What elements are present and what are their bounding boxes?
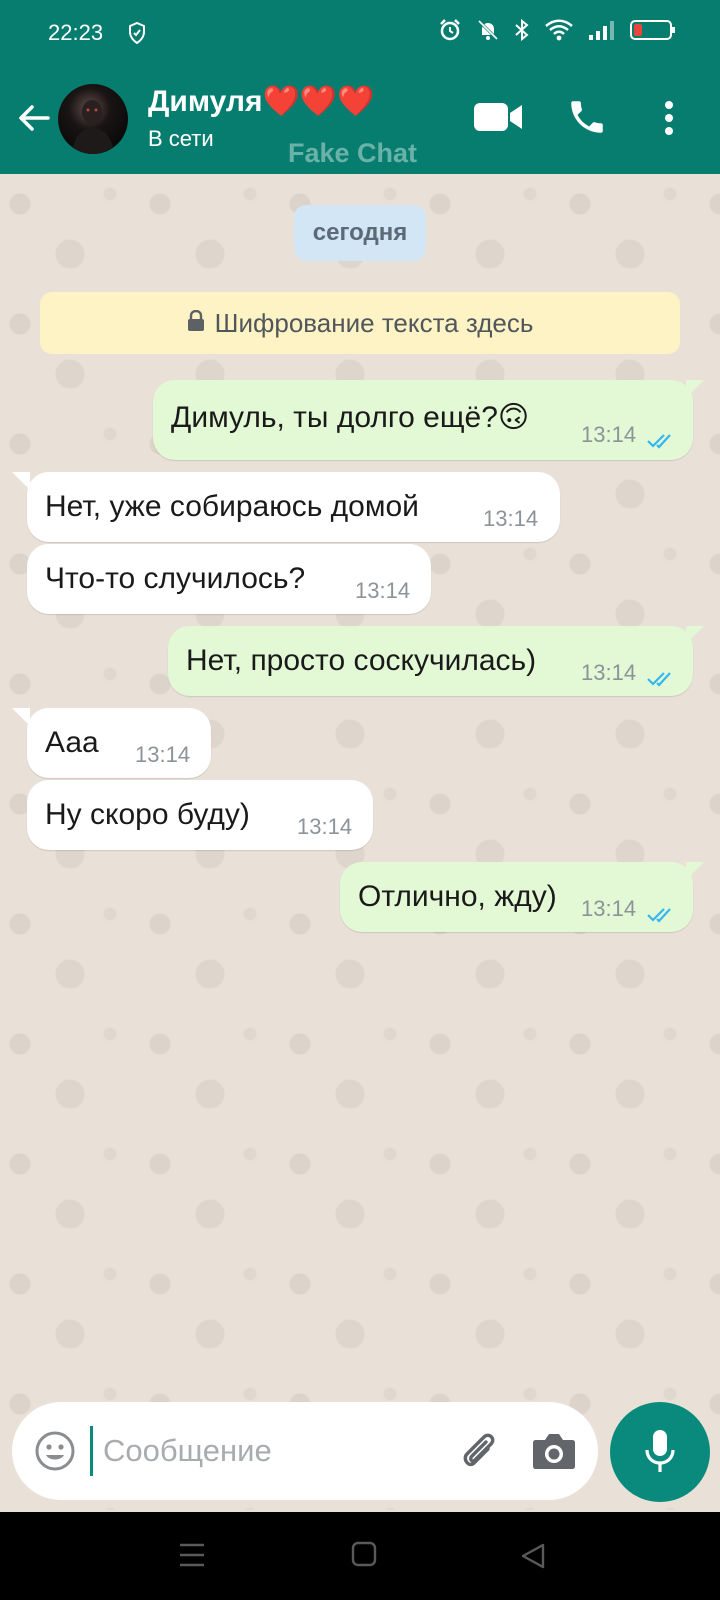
microphone-icon: [644, 1428, 676, 1479]
message-text: Что-то случилось?: [45, 562, 306, 595]
encryption-banner[interactable]: Шифрование текста здесь: [40, 292, 680, 354]
message-text: Нет, уже собираюсь домой: [45, 490, 419, 523]
signal-icon: [588, 19, 616, 46]
recent-apps-icon[interactable]: [178, 1542, 206, 1573]
bubble-tail: [686, 380, 704, 398]
message-bubble-outgoing[interactable]: Димуль, ты долго ещё?🙃 13:14: [153, 380, 693, 460]
message-bubble-outgoing[interactable]: Отлично, жду) 13:14: [340, 862, 693, 932]
message-composer: [12, 1402, 598, 1500]
encryption-notice: Шифрование текста здесь: [214, 307, 534, 338]
alarm-icon: [438, 18, 462, 47]
chat-header: Димуля❤️❤️❤️ В сети Fake Chat: [0, 66, 720, 174]
emoji-icon[interactable]: [34, 1430, 76, 1477]
home-icon[interactable]: [350, 1540, 378, 1573]
message-time: 13:14: [581, 660, 637, 685]
back-arrow-icon[interactable]: [14, 98, 54, 138]
message-time: 13:14: [135, 742, 191, 767]
camera-icon[interactable]: [532, 1432, 576, 1475]
wifi-icon: [544, 18, 574, 47]
voice-message-button[interactable]: [610, 1402, 710, 1502]
lock-icon: [187, 308, 205, 339]
read-receipt-icon: [647, 662, 677, 696]
message-text: Отлично, жду): [358, 880, 557, 913]
message-bubble-incoming[interactable]: Нет, уже собираюсь домой 13:14: [27, 472, 560, 542]
message-bubble-outgoing[interactable]: Нет, просто соскучилась) 13:14: [168, 626, 693, 696]
battery-icon: [630, 18, 676, 47]
bubble-tail: [12, 472, 30, 490]
read-receipt-icon: [647, 424, 677, 458]
message-text: Ааа: [45, 726, 99, 759]
message-time: 13:14: [483, 506, 539, 531]
message-bubble-incoming[interactable]: Ну скоро буду) 13:14: [27, 780, 373, 850]
bluetooth-icon: [514, 18, 530, 47]
message-input[interactable]: [90, 1426, 443, 1476]
message-time: 13:14: [581, 422, 637, 447]
contact-name[interactable]: Димуля❤️❤️❤️: [148, 84, 375, 119]
system-navigation-bar: [0, 1512, 720, 1600]
phone-call-icon[interactable]: [566, 96, 608, 143]
attachment-paperclip-icon[interactable]: [456, 1428, 502, 1479]
date-chip: сегодня: [294, 205, 426, 261]
read-receipt-icon: [647, 898, 677, 932]
avatar[interactable]: [58, 84, 128, 154]
watermark: Fake Chat: [288, 138, 418, 168]
bubble-tail: [686, 862, 704, 880]
video-call-icon[interactable]: [474, 100, 524, 139]
message-time: 13:14: [297, 814, 353, 839]
contact-status: В сети: [148, 126, 214, 151]
message-text: Димуль, ты долго ещё?🙃: [171, 401, 530, 434]
mute-notifications-icon: [476, 18, 500, 47]
shield-icon: [128, 21, 146, 49]
more-options-icon[interactable]: [664, 100, 674, 141]
bubble-tail: [686, 626, 704, 644]
bubble-tail: [12, 708, 30, 726]
message-text: Ну скоро буду): [45, 798, 250, 831]
status-time: 22:23: [48, 20, 104, 45]
message-bubble-incoming[interactable]: Что-то случилось? 13:14: [27, 544, 431, 614]
message-time: 13:14: [355, 578, 411, 603]
system-back-icon[interactable]: [520, 1542, 546, 1575]
message-bubble-incoming[interactable]: Ааа 13:14: [27, 708, 211, 778]
message-time: 13:14: [581, 896, 637, 921]
message-text: Нет, просто соскучилась): [186, 644, 537, 677]
status-bar: 22:23: [0, 0, 720, 66]
